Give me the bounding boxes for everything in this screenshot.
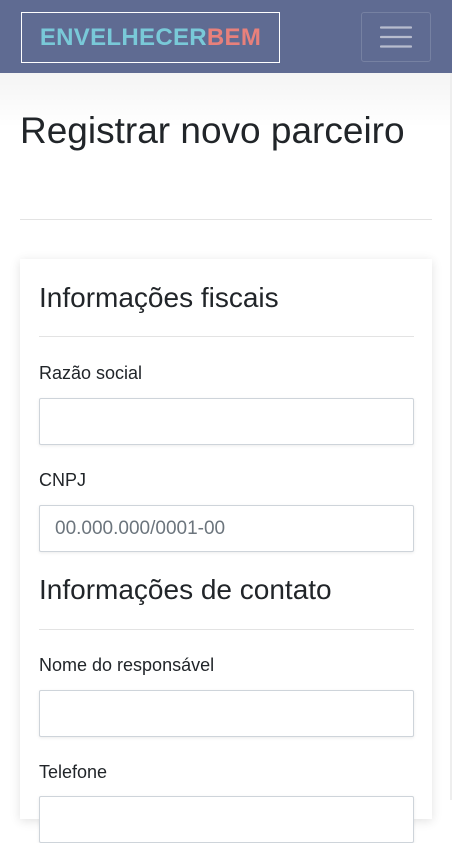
title-divider bbox=[20, 219, 432, 220]
telefone-input[interactable] bbox=[39, 796, 414, 843]
razao-social-label: Razão social bbox=[39, 363, 143, 383]
telefone-label: Telefone bbox=[39, 762, 108, 782]
razao-social-input[interactable] bbox=[39, 398, 414, 445]
contact-section-title: Informações de contato bbox=[39, 574, 332, 605]
brand-logo-link[interactable]: ENVELHECER BEM bbox=[21, 12, 280, 63]
fiscal-section-divider bbox=[39, 336, 414, 337]
contact-section-divider bbox=[39, 629, 414, 630]
cnpj-label: CNPJ bbox=[39, 470, 87, 490]
fiscal-section-title: Informações fiscais bbox=[39, 282, 279, 313]
page-title: Registrar novo parceiro bbox=[20, 110, 405, 151]
brand-text-accent: BEM bbox=[206, 23, 262, 51]
brand-text-primary: ENVELHECER bbox=[39, 23, 207, 51]
responsavel-input[interactable] bbox=[39, 690, 414, 737]
navbar-toggler-button[interactable] bbox=[361, 12, 431, 62]
cnpj-input[interactable] bbox=[39, 505, 414, 552]
hamburger-menu-icon bbox=[380, 26, 412, 48]
responsavel-label: Nome do responsável bbox=[39, 655, 215, 675]
navbar: ENVELHECER BEM bbox=[0, 0, 452, 73]
partner-registration-form: Informações fiscais Razão social CNPJ In… bbox=[20, 259, 432, 843]
